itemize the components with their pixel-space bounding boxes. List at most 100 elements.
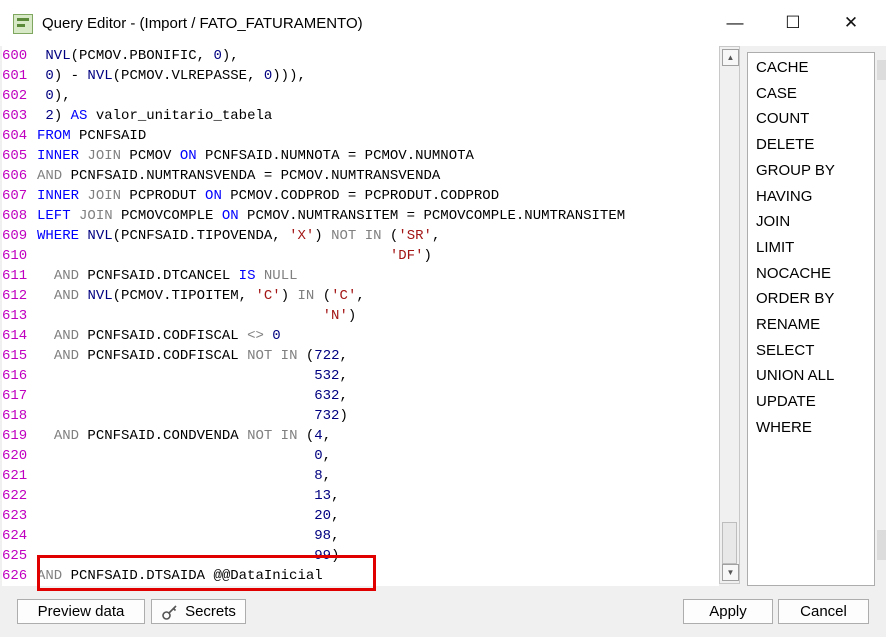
minimize-button[interactable]: — [706, 0, 764, 46]
code-token: 4 [314, 428, 323, 444]
code-token: 'SR' [398, 228, 432, 244]
code-line[interactable]: 600 NVL(PCMOV.PBONIFIC, 0), [2, 46, 239, 66]
code-line[interactable]: 619 AND PCNFSAID.CONDVENDA NOT IN (4, [2, 426, 331, 446]
line-number: 616 [2, 368, 28, 384]
code-token: (PCNFSAID.TIPOVENDA, [112, 228, 290, 244]
code-token: AND [37, 168, 63, 184]
code-token: AND [53, 268, 80, 284]
keyword-list[interactable]: CACHE CASE COUNT DELETE GROUP BY HAVING JOIN LI… [747, 52, 875, 586]
code-line[interactable]: 613 'N') [2, 306, 356, 326]
code-line[interactable]: 622 13, [2, 486, 339, 506]
code-line[interactable]: 614 AND PCNFSAID.CODFISCAL <> 0 [2, 326, 281, 346]
code-token: NVL [87, 68, 113, 84]
code-line[interactable]: 607 INNER JOIN PCPRODUT ON PCMOV.CODPROD … [2, 186, 499, 206]
line-number: 619 [2, 428, 28, 444]
keyword-item[interactable]: ORDER BY [756, 290, 834, 307]
code-line[interactable]: 601 0) - NVL(PCMOV.VLREPASSE, 0))), [2, 66, 306, 86]
code-token: 2 [45, 108, 54, 124]
keyword-item[interactable]: UPDATE [756, 393, 816, 410]
code-line[interactable]: 609 WHERE NVL(PCNFSAID.TIPOVENDA, 'X') NO… [2, 226, 440, 246]
code-line[interactable]: 610 'DF') [2, 246, 432, 266]
code-token: (PCMOV.VLREPASSE, [112, 68, 264, 84]
code-token: AND [53, 288, 80, 304]
code-line[interactable]: 605 INNER JOIN PCMOV ON PCNFSAID.NUMNOTA … [2, 146, 474, 166]
code-token: 732 [314, 408, 340, 424]
highlight-box [37, 555, 376, 591]
code-line[interactable]: 620 0, [2, 446, 331, 466]
code-line[interactable]: 611 AND PCNFSAID.DTCANCEL IS NULL [2, 266, 298, 286]
secrets-label: Secrets [185, 603, 236, 620]
keyword-item[interactable]: WHERE [756, 419, 812, 436]
code-token: PCNFSAID.NUMNOTA = PCMOV.NUMNOTA [196, 148, 474, 164]
query-editor[interactable]: 600 NVL(PCMOV.PBONIFIC, 0), 601 0) - NVL(… [2, 46, 719, 586]
code-line[interactable]: 624 98, [2, 526, 339, 546]
preview-data-button[interactable]: Preview data [17, 599, 145, 624]
scroll-up-icon[interactable]: ▲ [722, 49, 739, 66]
code-line[interactable]: 618 732) [2, 406, 348, 426]
keyword-item[interactable]: RENAME [756, 316, 820, 333]
code-token: NOT IN [331, 228, 382, 244]
code-token: 'C' [255, 288, 281, 304]
code-line[interactable]: 616 532, [2, 366, 348, 386]
code-token: PCMOV.NUMTRANSITEM = PCMOVCOMPLE.NUMTRAN… [238, 208, 626, 224]
code-token: (PCMOV.TIPOITEM, [112, 288, 256, 304]
code-token: ON [179, 148, 197, 164]
keyword-item[interactable]: UNION ALL [756, 367, 834, 384]
code-token: NULL [263, 268, 298, 284]
code-token: 20 [314, 508, 332, 524]
code-token: ) [339, 408, 348, 424]
code-token: 'DF' [389, 248, 424, 264]
code-line[interactable]: 603 2) AS valor_unitario_tabela [2, 106, 272, 126]
cancel-button[interactable]: Cancel [778, 599, 869, 624]
code-line[interactable]: 615 AND PCNFSAID.CODFISCAL NOT IN (722, [2, 346, 348, 366]
code-line[interactable]: 602 0), [2, 86, 71, 106]
code-line[interactable]: 604 FROM PCNFSAID [2, 126, 146, 146]
scroll-down-icon[interactable]: ▼ [722, 564, 739, 581]
code-line[interactable]: 608 LEFT JOIN PCMOVCOMPLE ON PCMOV.NUMTRA… [2, 206, 625, 226]
code-token: ) [314, 228, 332, 244]
keyword-item[interactable]: SELECT [756, 342, 814, 359]
code-token: ) [423, 248, 432, 264]
keyword-item[interactable]: COUNT [756, 110, 809, 127]
code-token: , [297, 68, 306, 84]
editor-scrollbar[interactable]: ▲ ▼ [719, 46, 740, 584]
keyword-item[interactable]: NOCACHE [756, 265, 831, 282]
window-title: Query Editor - (Import / FATO_FATURAMENT… [42, 15, 363, 32]
line-number: 602 [2, 88, 28, 104]
keyword-item[interactable]: JOIN [756, 213, 790, 230]
code-token: ))) [272, 68, 298, 84]
code-line[interactable]: 623 20, [2, 506, 339, 526]
code-token: ( [381, 228, 399, 244]
line-number: 625 [2, 548, 28, 564]
code-token: 722 [314, 348, 340, 364]
code-line[interactable]: 621 8, [2, 466, 331, 486]
code-line[interactable]: 612 AND NVL(PCMOV.TIPOITEM, 'C') IN ('C'… [2, 286, 365, 306]
maximize-button[interactable]: ☐ [764, 0, 822, 46]
keyword-item[interactable]: LIMIT [756, 239, 794, 256]
keyword-item[interactable]: CASE [756, 85, 797, 102]
keyword-item[interactable]: GROUP BY [756, 162, 835, 179]
keyword-item[interactable]: CACHE [756, 59, 809, 76]
close-button[interactable]: ✕ [822, 0, 880, 46]
line-number: 605 [2, 148, 28, 164]
code-token: PCNFSAID.CODFISCAL [79, 348, 248, 364]
code-token: NOT IN [247, 428, 298, 444]
scroll-thumb[interactable] [722, 522, 737, 564]
secrets-button[interactable]: Secrets [151, 599, 246, 624]
code-line[interactable]: 617 632, [2, 386, 348, 406]
apply-button[interactable]: Apply [683, 599, 773, 624]
code-token: AND [53, 428, 80, 444]
line-number: 613 [2, 308, 28, 324]
code-line[interactable]: 606 AND PCNFSAID.NUMTRANSVENDA = PCMOV.NU… [2, 166, 440, 186]
keyword-item[interactable]: HAVING [756, 188, 812, 205]
code-token: PCMOV.CODPROD = PCPRODUT.CODPROD [221, 188, 500, 204]
line-number: 623 [2, 508, 28, 524]
line-number: 622 [2, 488, 28, 504]
keyword-item[interactable]: DELETE [756, 136, 814, 153]
